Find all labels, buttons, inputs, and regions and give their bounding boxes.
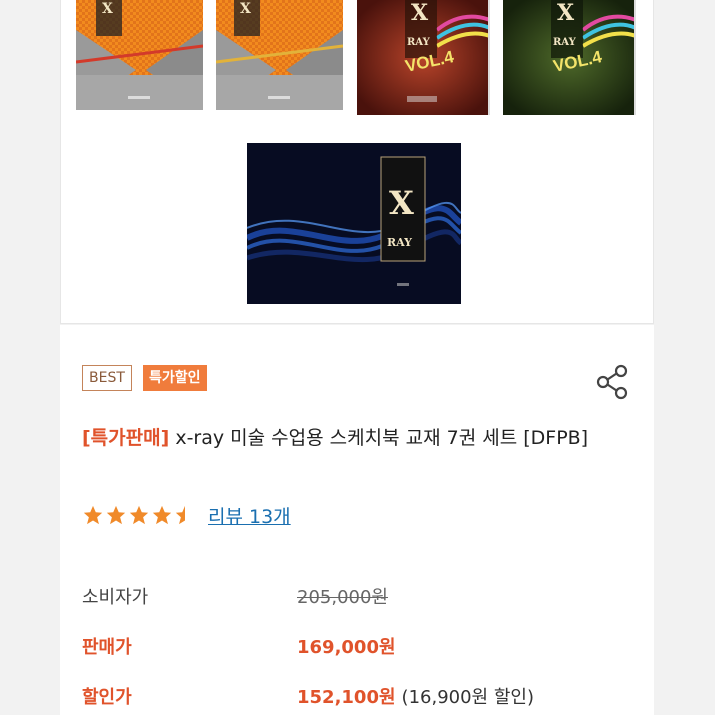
product-thumbnail-5[interactable]: X RAY xyxy=(247,143,461,304)
title-text: x-ray 미술 수업용 스케치북 교재 7권 세트 [DFPB] xyxy=(169,427,589,449)
star-icon xyxy=(129,505,149,525)
discount-price-value: 152,100원 xyxy=(297,687,396,708)
star-icon xyxy=(83,505,103,525)
discount-amount-note: (16,900원 할인) xyxy=(401,687,534,708)
consumer-price-value: 205,000원 xyxy=(297,587,388,608)
product-title: [특가판매] x-ray 미술 수업용 스케치북 교재 7권 세트 [DFPB] xyxy=(82,423,622,453)
best-badge: BEST xyxy=(82,365,132,391)
discount-price-row: 할인가 152,100원 (16,900원 할인) xyxy=(82,683,642,711)
title-sale-tag: [특가판매] xyxy=(82,427,170,449)
share-button[interactable] xyxy=(592,362,632,402)
consumer-price-row: 소비자가 205,000원 xyxy=(82,583,642,611)
sell-price-row: 판매가 169,000원 xyxy=(82,633,642,661)
star-icon xyxy=(152,505,172,525)
star-half-icon xyxy=(175,505,185,525)
product-info-panel: BEST 특가할인 [특가판매] x-ray 미술 수업용 스케치북 교재 7권… xyxy=(60,325,654,715)
special-sale-badge: 특가할인 xyxy=(143,365,207,391)
sell-price-value: 169,000원 xyxy=(297,637,396,658)
product-thumbnail-1[interactable]: X xyxy=(76,0,203,110)
review-count-link[interactable]: 리뷰 13개 xyxy=(208,502,291,529)
product-thumbnail-3[interactable]: X RAY VOL.4 xyxy=(357,0,490,115)
product-rating: 리뷰 13개 xyxy=(82,502,291,529)
product-thumbnail-2[interactable]: X xyxy=(216,0,343,110)
product-thumbnail-4[interactable]: X RAY VOL.4 xyxy=(503,0,636,115)
product-image-gallery: X X X RAY VOL.4 X RAY VOL.4 X RAY xyxy=(60,0,654,324)
rating-stars xyxy=(82,504,196,526)
star-icon xyxy=(106,505,126,525)
discount-price-label: 할인가 xyxy=(82,687,132,708)
sell-price-label: 판매가 xyxy=(82,637,132,658)
consumer-price-label: 소비자가 xyxy=(82,587,149,608)
share-icon xyxy=(596,364,628,400)
